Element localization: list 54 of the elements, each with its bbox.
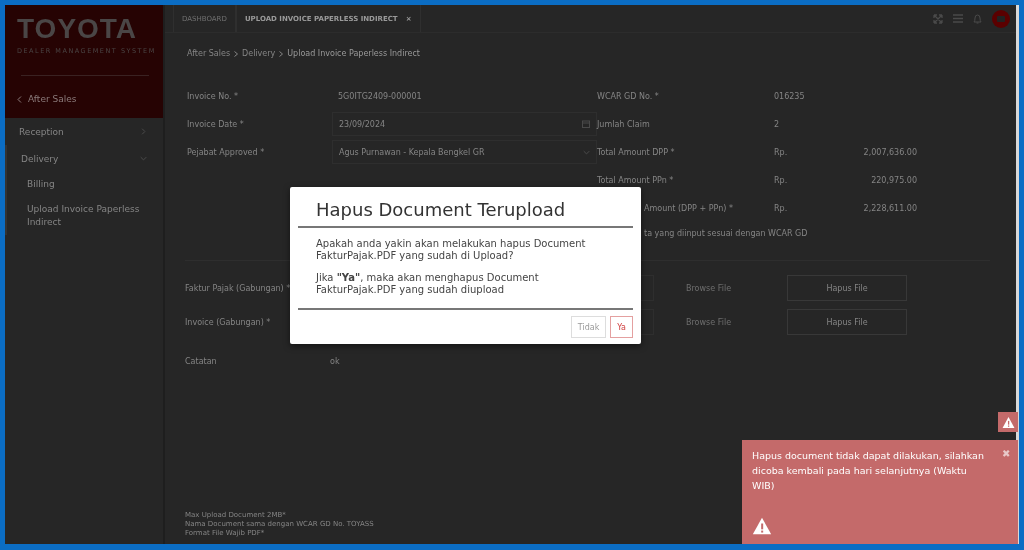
delete-file-button[interactable]: Hapus File [787, 275, 907, 301]
browse-file-text[interactable]: Browse File [660, 283, 787, 293]
dialog-title: Hapus Document Terupload [315, 199, 567, 222]
sidebar-item[interactable]: Reception [5, 118, 163, 145]
chevron-left-icon [17, 95, 22, 103]
currency-label: Rp. [774, 175, 789, 185]
chevron-right-icon [234, 50, 239, 57]
fullscreen-icon[interactable] [933, 13, 943, 24]
dialog-warning: Jika "Ya", maka akan menghapus Document FakturPajak.PDF yang sudah diupload [314, 271, 540, 297]
field-label: Invoice No. * [187, 91, 239, 101]
close-button[interactable]: ✖ [1002, 448, 1010, 459]
menu-icon[interactable] [953, 14, 963, 23]
note-text: ta yang diinput sesuai dengan WCAR GD [644, 228, 808, 238]
currency-label: Rp. [774, 203, 789, 213]
chevron-down-icon [583, 148, 590, 156]
sidebar-item[interactable]: Delivery [5, 145, 163, 172]
field-value: 2,007,636.00 [862, 147, 917, 157]
field-label: Amount (DPP + PPn) * [644, 203, 734, 213]
field-label: Total Amount PPn * [597, 175, 675, 185]
select-field[interactable]: Agus Purnawan - Kepala Bengkel GR [332, 140, 597, 164]
field-value: 016235 [774, 91, 806, 101]
back-link[interactable]: After Sales [28, 94, 77, 104]
warning-icon [752, 516, 772, 536]
browse-file-text[interactable]: Browse File [660, 317, 787, 327]
cancel-button[interactable]: Tidak [570, 316, 607, 338]
toast-message: Hapus document tidak dapat dilakukan, silahkan dicoba kembali pada hari selanjutnya (Waktu WIB) [752, 449, 985, 493]
chevron-down-icon [140, 155, 147, 162]
delete-file-button[interactable]: Hapus File [787, 309, 907, 335]
sidebar-subitem[interactable]: Upload Invoice Paperless Indirect [5, 197, 163, 235]
date-field[interactable]: 23/09/2024 [332, 112, 597, 136]
breadcrumb-item[interactable]: Delivery [242, 49, 276, 58]
remarks-value: ok [330, 356, 341, 366]
bell-icon[interactable] [973, 13, 982, 24]
field-label: Pejabat Approved * [187, 147, 266, 157]
dialog-message: Apakah anda yakin akan melakukan hapus Document FakturPajak.PDF yang sudah di Upload? [315, 237, 587, 262]
field-value: 220,975.00 [870, 175, 917, 185]
breadcrumb-item[interactable]: Upload Invoice Paperless Indirect [287, 49, 420, 58]
avatar-icon[interactable] [992, 9, 1010, 28]
input-field[interactable]: 5G0ITG2409-000001 [332, 85, 597, 107]
chevron-right-icon [279, 50, 284, 57]
confirm-button[interactable]: Ya [610, 316, 633, 338]
currency-label: Rp. [774, 147, 789, 157]
sidebar-subitem[interactable]: Billing [5, 172, 163, 197]
field-label: Total Amount DPP * [597, 147, 676, 157]
field-value: 2 [774, 119, 781, 129]
breadcrumb-item[interactable]: After Sales [187, 49, 231, 58]
field-label: WCAR GD No. * [597, 91, 660, 101]
field-label: Invoice Date * [187, 119, 245, 129]
field-label: Invoice (Gabungan) * [185, 317, 272, 327]
calendar-icon[interactable] [582, 120, 590, 128]
logo: TOYOTA [17, 13, 138, 45]
field-label: Jumlah Claim [597, 119, 651, 129]
field-label: Catatan [185, 356, 218, 366]
field-value: 2,228,611.00 [862, 203, 917, 213]
